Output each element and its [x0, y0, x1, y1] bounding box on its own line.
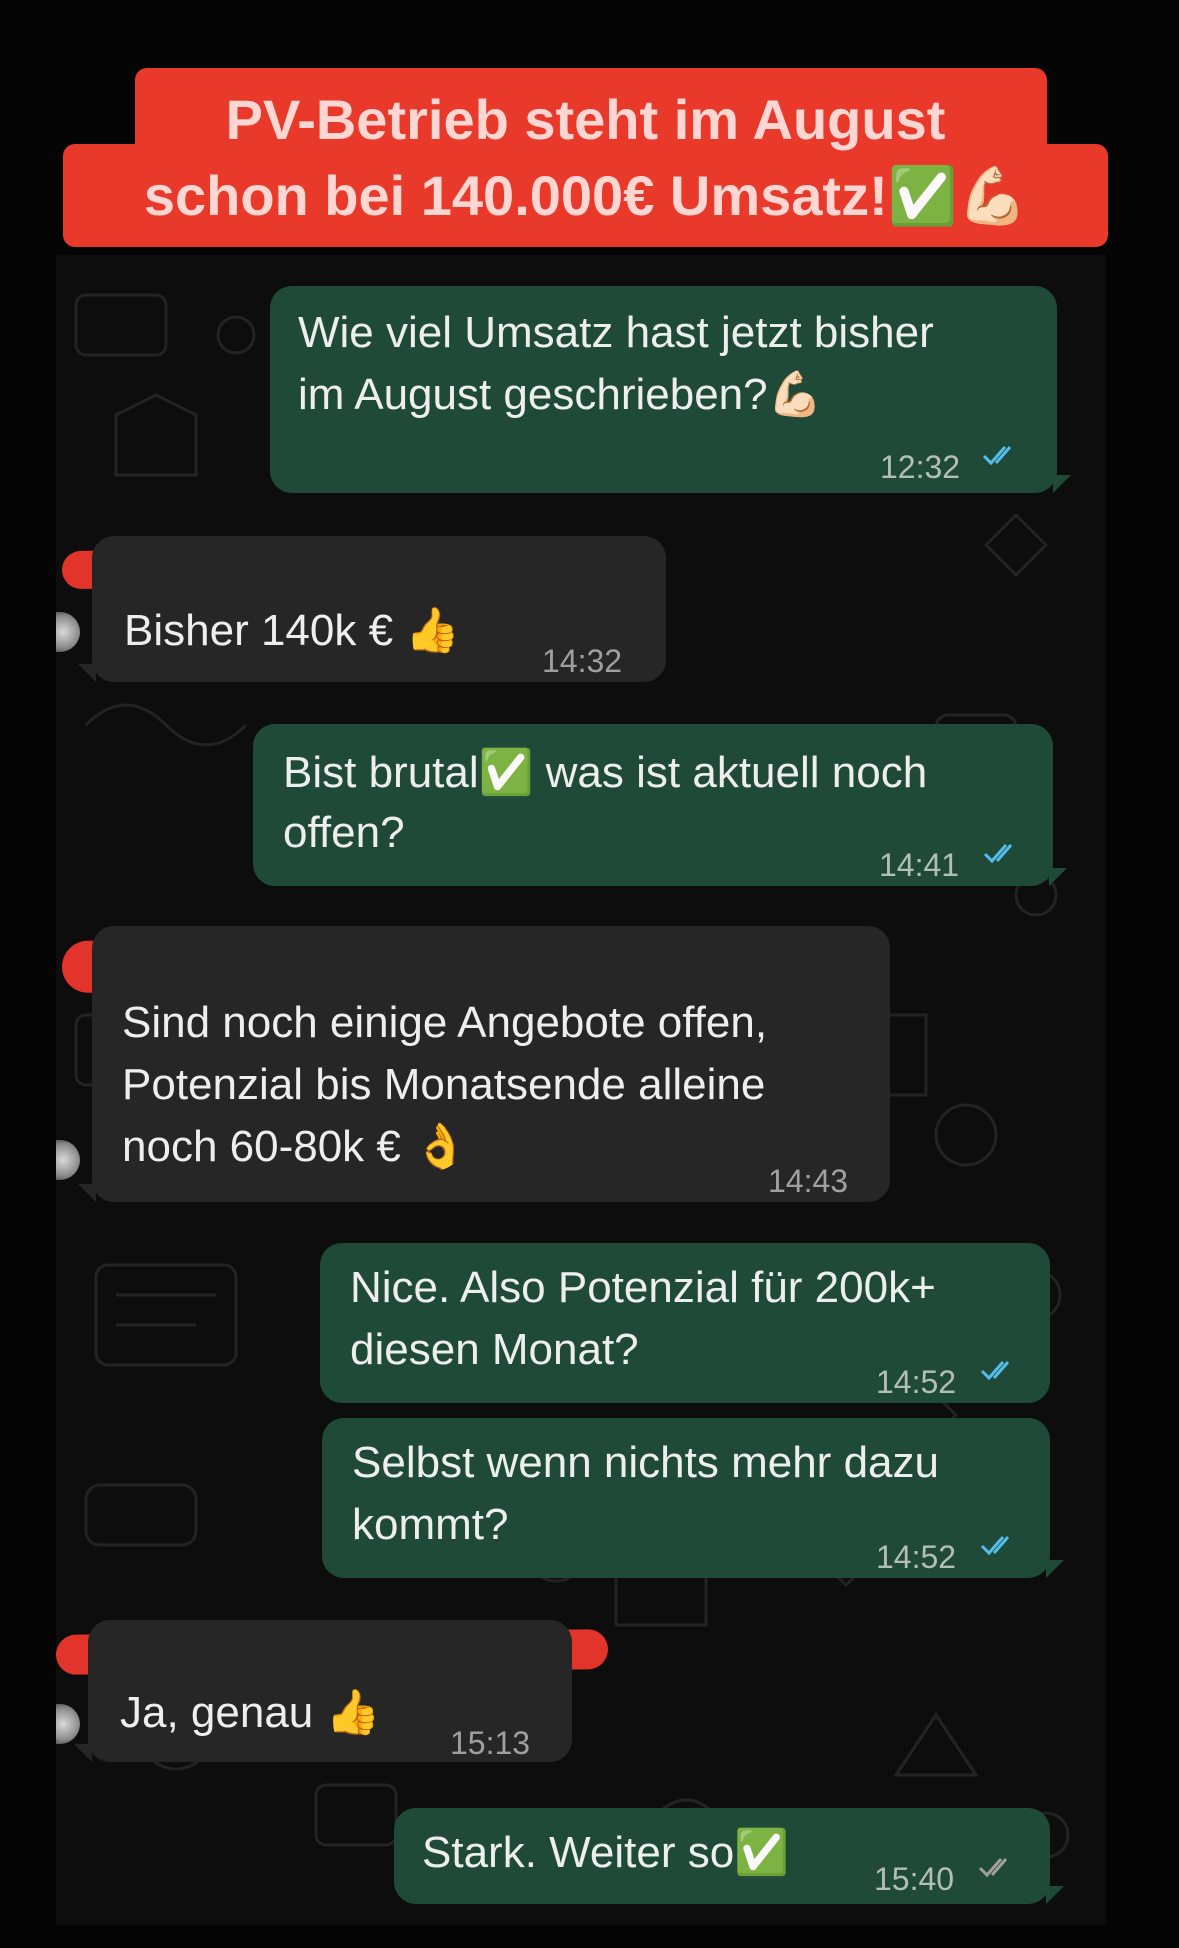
double-check-icon [978, 1858, 1008, 1878]
message-time: 15:13 [450, 1725, 531, 1761]
bubble-tail [1046, 1560, 1064, 1578]
message-incoming[interactable]: Bisher 140k € 👍 14:32 [78, 536, 666, 682]
double-check-icon [980, 1536, 1010, 1556]
bubble-tail [1053, 475, 1071, 493]
headline-line-1: PV-Betrieb steht im August [225, 88, 946, 151]
double-check-icon [980, 1361, 1010, 1381]
headline-banner: PV-Betrieb steht im August schon bei 140… [63, 68, 1108, 253]
message-outgoing[interactable]: Bist brutal✅ was ist aktuell noch offen?… [253, 724, 1067, 886]
message-text-line: Bist brutal✅ was ist aktuell noch [283, 748, 928, 797]
message-text-line: diesen Monat? [350, 1325, 639, 1374]
message-outgoing[interactable]: Wie viel Umsatz hast jetzt bisher im Aug… [270, 286, 1071, 493]
message-text-line: noch 60-80k € 👌 [122, 1122, 468, 1171]
bubble-tail [78, 664, 96, 682]
message-text-line: Stark. Weiter so✅ [422, 1828, 789, 1877]
message-time: 14:52 [876, 1364, 957, 1400]
message-text-line: Selbst wenn nichts mehr dazu [352, 1438, 939, 1487]
message-time: 14:32 [542, 643, 623, 679]
message-text-line: im August geschrieben?💪🏻 [298, 370, 823, 419]
bubble-tail [74, 1744, 92, 1762]
message-incoming[interactable]: Ja, genau 👍 15:13 [74, 1620, 572, 1762]
message-text-line: kommt? [352, 1500, 509, 1549]
message-outgoing[interactable]: Selbst wenn nichts mehr dazu kommt? 14:5… [322, 1418, 1064, 1578]
message-text-line: Bisher 140k € 👍 [124, 606, 461, 655]
message-time: 14:41 [879, 847, 960, 883]
message-text-line: Potenzial bis Monatsende alleine [122, 1060, 766, 1109]
message-time: 14:43 [768, 1163, 849, 1199]
message-text-line: Sind noch einige Angebote offen, [122, 998, 768, 1047]
bubble-tail [78, 1184, 96, 1202]
message-outgoing[interactable]: Nice. Also Potenzial für 200k+ diesen Mo… [320, 1243, 1050, 1403]
double-check-icon [983, 844, 1013, 864]
message-text-line: Wie viel Umsatz hast jetzt bisher [298, 308, 934, 357]
message-incoming[interactable]: Sind noch einige Angebote offen, Potenzi… [78, 926, 890, 1202]
bubble-tail [1049, 868, 1067, 886]
message-text-line: offen? [283, 808, 405, 857]
message-time: 12:32 [880, 449, 961, 485]
headline-line-2: schon bei 140.000€ Umsatz!✅💪🏻 [143, 164, 1028, 227]
message-text-line: Ja, genau 👍 [120, 1688, 381, 1737]
message-time: 15:40 [874, 1861, 955, 1897]
bubble-tail [1046, 1886, 1064, 1904]
message-outgoing[interactable]: Stark. Weiter so✅ 15:40 [394, 1808, 1064, 1904]
double-check-icon [982, 446, 1012, 466]
message-time: 14:52 [876, 1539, 957, 1575]
message-text-line: Nice. Also Potenzial für 200k+ [350, 1263, 936, 1312]
